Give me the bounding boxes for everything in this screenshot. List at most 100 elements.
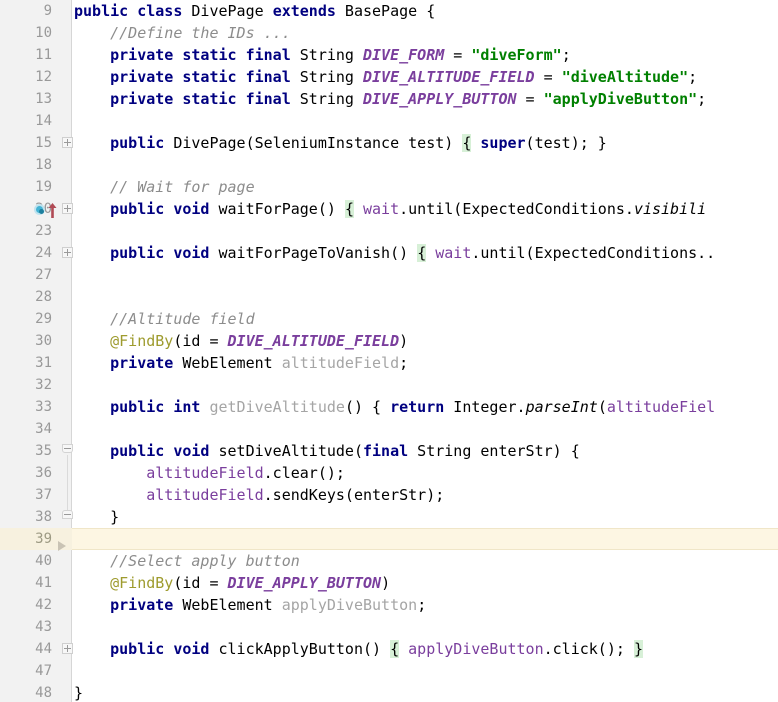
code-line[interactable]: 33 public int getDiveAltitude() { return… [0,396,778,418]
code-line[interactable]: 12 private static final String DIVE_ALTI… [0,66,778,88]
plus-box-icon[interactable] [62,137,73,148]
code-token: visibili [633,200,707,218]
line-code[interactable]: private static final String DIVE_APPLY_B… [74,88,706,110]
line-code[interactable]: public int getDiveAltitude() { return In… [74,396,715,418]
line-code[interactable]: // Wait for page [74,176,255,198]
code-token: { [344,200,354,218]
line-code[interactable]: private static final String DIVE_ALTITUD… [74,66,697,88]
implemented-method-icon[interactable] [34,204,45,215]
line-number: 13 [35,91,52,107]
code-line[interactable]: 30 @FindBy(id = DIVE_ALTITUDE_FIELD) [0,330,778,352]
code-line[interactable]: 9 public class DivePage extends BasePage … [0,0,778,22]
code-line[interactable]: 24 public void waitForPageToVanish() { w… [0,242,778,264]
code-token: WebElement [173,596,282,614]
code-line[interactable]: 32 [0,374,778,396]
override-arrow-icon[interactable] [48,202,57,218]
code-token: (id = [173,574,228,592]
code-editor[interactable]: 9 public class DivePage extends BasePage … [0,0,778,702]
code-token: DivePage(SeleniumInstance test) [164,134,463,152]
code-line[interactable]: 37 altitudeField.sendKeys(enterStr); [0,484,778,506]
code-line[interactable]: 44 public void clickApplyButton() { appl… [0,638,778,660]
code-token: //Altitude field [74,310,255,328]
code-line[interactable]: 42 private WebElement applyDiveButton; [0,594,778,616]
code-line[interactable]: 27 [0,264,778,286]
code-token: altitudeField [146,464,264,482]
code-token: { [390,640,400,658]
code-token: ; [561,46,571,64]
code-token: (test); [525,134,598,152]
code-token: String [290,68,363,86]
code-token: Integer. [444,398,526,416]
line-number: 43 [35,619,52,635]
line-code[interactable]: public void clickApplyButton() { applyDi… [74,638,643,660]
line-code[interactable]: private WebElement applyDiveButton; [74,594,426,616]
line-code[interactable]: } [74,682,83,702]
code-line[interactable]: 23 [0,220,778,242]
line-code[interactable]: public void waitForPage() { wait.until(E… [74,198,706,220]
code-token: private static final [110,90,291,108]
code-line[interactable]: 35 public void setDiveAltitude(final Str… [0,440,778,462]
code-line[interactable]: 15 public DivePage(SeleniumInstance test… [0,132,778,154]
line-code[interactable]: public void setDiveAltitude(final String… [74,440,580,462]
code-token: WebElement [173,354,282,372]
code-line[interactable]: 34 [0,418,778,440]
code-token: altitudeField [281,354,400,372]
code-token: public int [110,398,201,416]
code-line[interactable]: 28 [0,286,778,308]
line-code[interactable]: //Altitude field [74,308,255,330]
line-code[interactable]: altitudeField.sendKeys(enterStr); [74,484,444,506]
code-line[interactable]: 31 private WebElement altitudeField; [0,352,778,374]
code-line[interactable]: 40 //Select apply button [0,550,778,572]
code-line[interactable]: 19 // Wait for page [0,176,778,198]
line-code[interactable]: public void waitForPageToVanish() { wait… [74,242,715,264]
line-code[interactable]: public DivePage(SeleniumInstance test) {… [74,132,607,154]
code-line[interactable]: 36 altitudeField.clear(); [0,462,778,484]
code-token: .click(); [543,640,634,658]
line-number: 9 [43,3,52,19]
line-number: 34 [35,421,52,437]
code-line[interactable]: 39 [0,528,778,551]
code-line[interactable]: 18 [0,154,778,176]
line-code[interactable]: altitudeField.clear(); [74,462,345,484]
line-code[interactable]: @FindBy(id = DIVE_ALTITUDE_FIELD) [74,330,408,352]
fold-start-icon[interactable] [62,444,73,457]
code-token: extends [272,2,336,20]
code-token: .until(ExpectedConditions. [399,200,634,218]
code-token: private static final [110,68,291,86]
code-line[interactable]: 29 //Altitude field [0,308,778,330]
plus-box-icon[interactable] [62,643,73,654]
line-code[interactable]: } [74,506,119,528]
line-code[interactable]: //Select apply button [74,550,300,572]
code-line[interactable]: 38 } [0,506,778,528]
run-triangle-icon[interactable] [58,541,66,551]
code-token: //Define the IDs ... [74,24,291,42]
code-token: clickApplyButton() [209,640,391,658]
code-line[interactable]: 47 [0,660,778,682]
code-token: altitudeFiel [606,398,716,416]
code-token: //Select apply button [74,552,300,570]
fold-end-icon[interactable] [62,510,73,523]
code-line[interactable]: 11 private static final String DIVE_FORM… [0,44,778,66]
line-code[interactable]: //Define the IDs ... [74,22,291,44]
line-code[interactable]: private static final String DIVE_FORM = … [74,44,571,66]
code-token: public void [110,442,210,460]
line-code[interactable]: @FindBy(id = DIVE_APPLY_BUTTON) [74,572,390,594]
code-token: public void [110,640,210,658]
code-token: } [74,684,84,702]
line-code[interactable]: public class DivePage extends BasePage { [74,0,435,22]
code-line[interactable]: 41 @FindBy(id = DIVE_APPLY_BUTTON) [0,572,778,594]
plus-box-icon[interactable] [62,203,73,214]
code-token: waitForPageToVanish() [209,244,418,262]
plus-box-icon[interactable] [62,247,73,258]
code-line[interactable]: 20 public void waitForPage() { wait.unti… [0,198,778,220]
line-code[interactable]: private WebElement altitudeField; [74,352,408,374]
code-line[interactable]: 43 [0,616,778,638]
code-line[interactable]: 10 //Define the IDs ... [0,22,778,44]
code-line[interactable]: 14 [0,110,778,132]
code-line[interactable]: 48} [0,682,778,702]
code-line[interactable]: 13 private static final String DIVE_APPL… [0,88,778,110]
